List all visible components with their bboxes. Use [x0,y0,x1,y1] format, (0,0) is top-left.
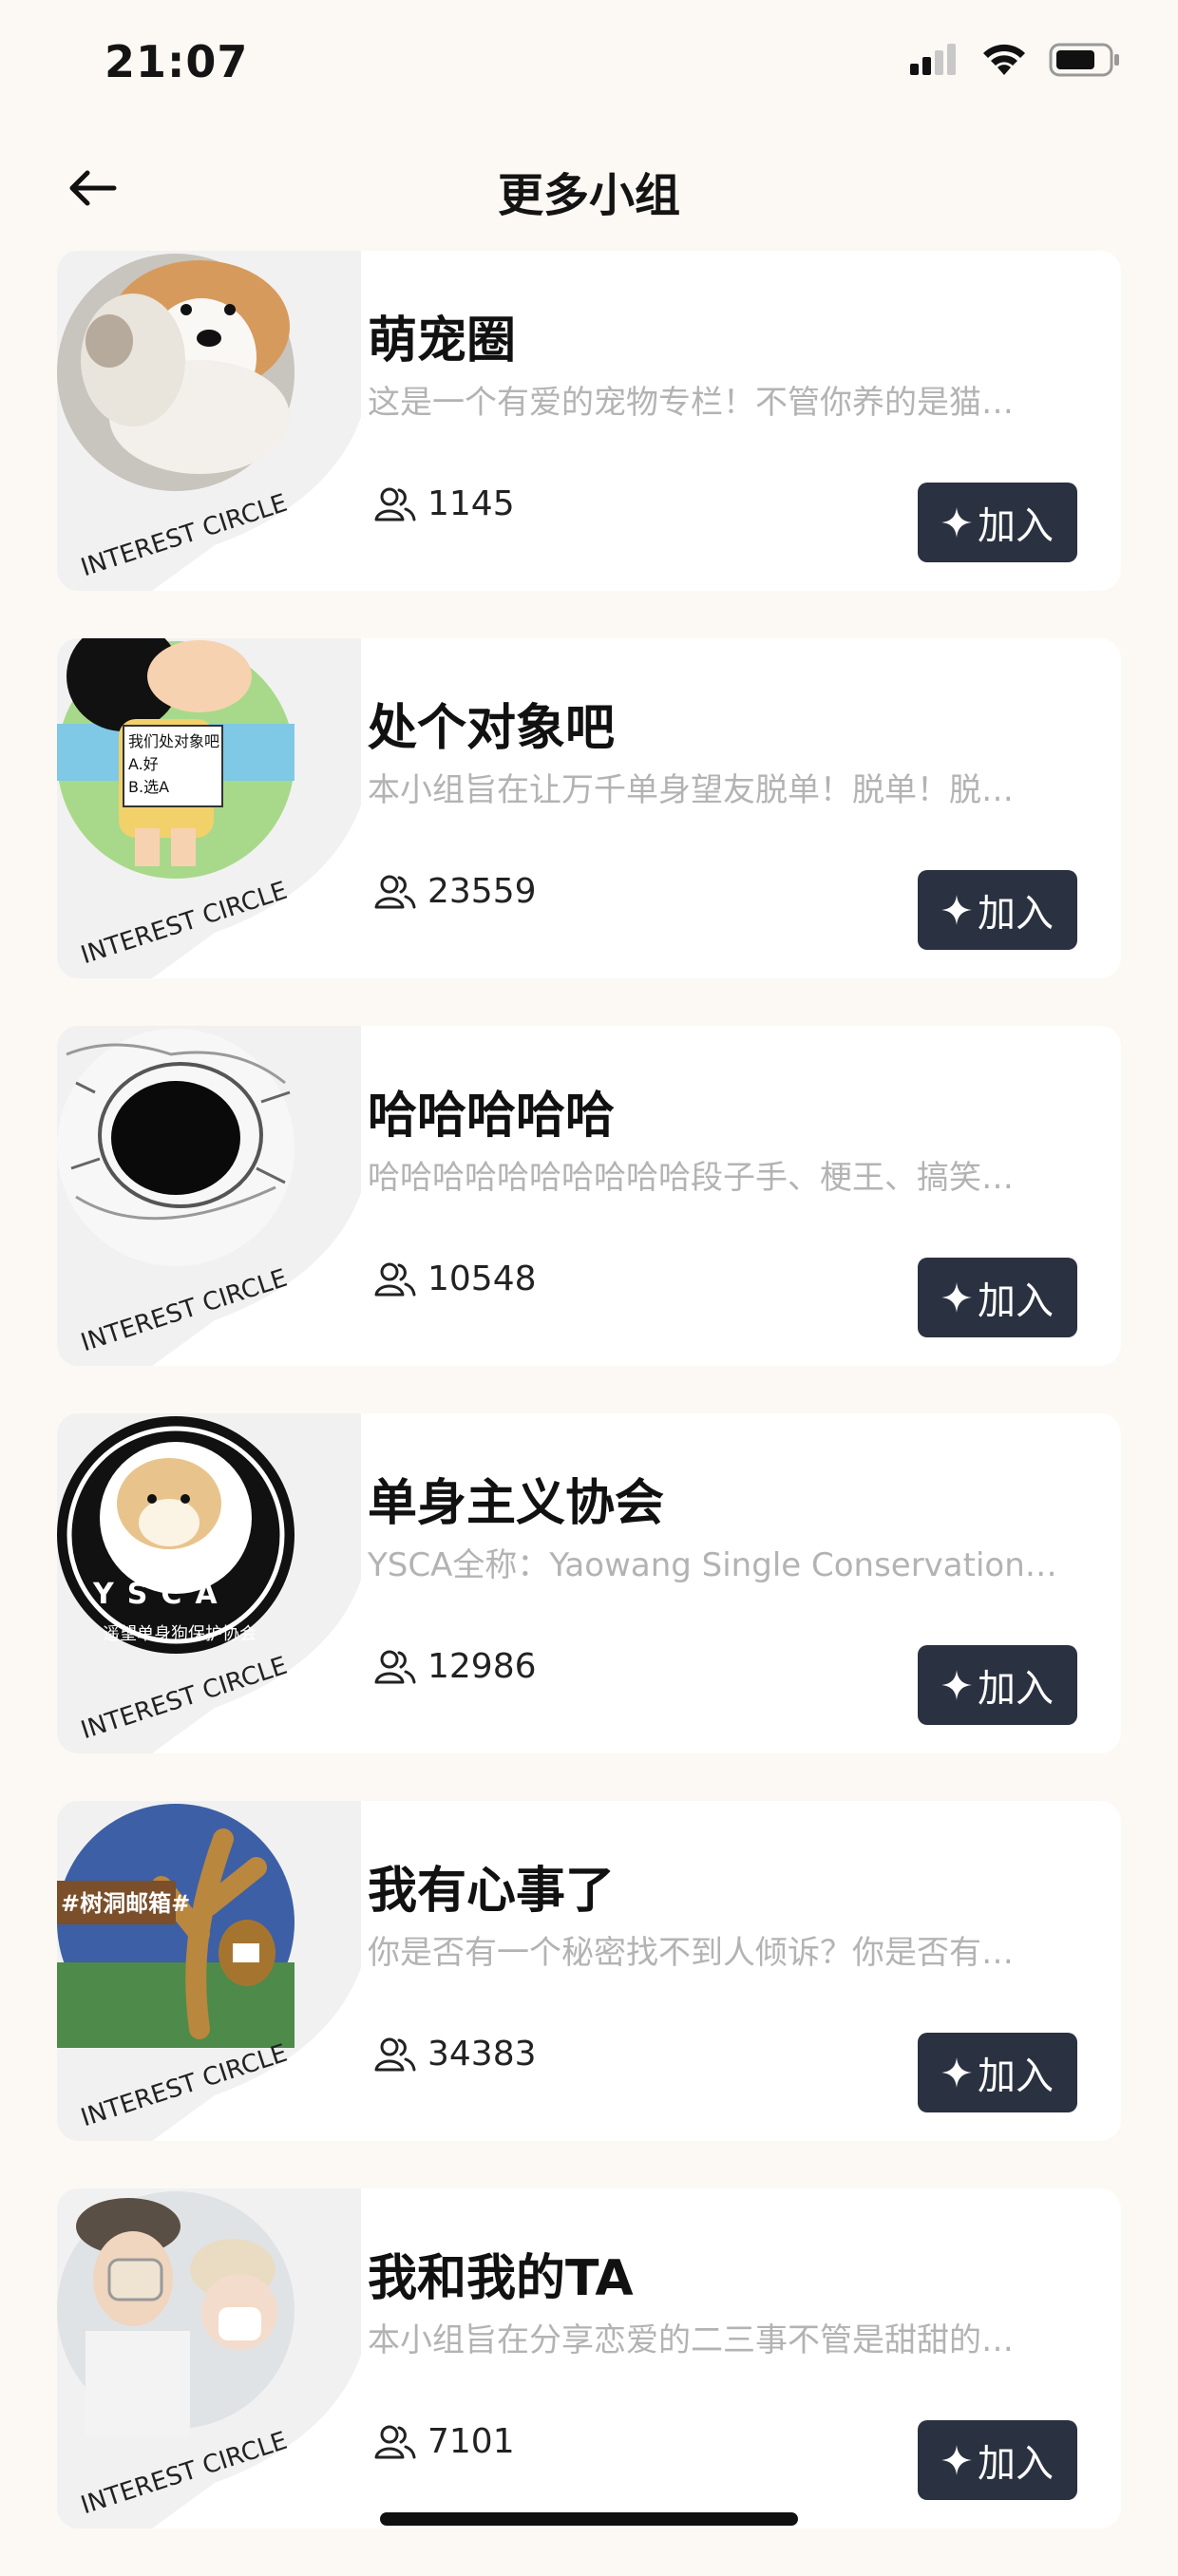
group-description: YSCA全称：Yaowang Single Conservation… [368,1546,1057,1584]
join-label: 加入 [978,2055,1054,2098]
status-bar: 21:07 [0,0,1178,123]
join-button[interactable]: 加入 [918,2033,1077,2112]
sign-text: #树洞邮箱# [61,1890,190,1917]
member-count: 12986 [428,1647,537,1686]
group-description: 本小组旨在让万千单身望友脱单！脱单！脱… [368,771,1014,809]
group-title: 萌宠圈 [368,313,517,369]
member-count: 7101 [428,2422,515,2461]
sign-line-1: 我们处对象吧 [128,732,219,750]
group-card[interactable]: #树洞邮箱# INTEREST CIRCLE 我有心事了 你是否有一个秘密找不到… [57,1801,1121,2141]
group-description: 哈哈哈哈哈哈哈哈哈哈段子手、梗王、搞笑… [368,1159,1014,1197]
member-count-wrap: 1145 [374,484,515,523]
people-icon [374,1650,416,1683]
nav-bar: 更多小组 [0,142,1178,237]
group-cover: INTEREST CIRCLE [57,2188,361,2529]
group-description: 这是一个有爱的宠物专栏！不管你养的是猫… [368,384,1014,422]
join-label: 加入 [978,1279,1054,1323]
join-label: 加入 [978,892,1054,936]
member-count-wrap: 23559 [374,872,537,911]
home-indicator [380,2512,798,2526]
join-label: 加入 [978,2442,1054,2486]
join-button[interactable]: 加入 [918,483,1077,562]
group-title: 我有心事了 [368,1863,616,1920]
join-button[interactable]: 加入 [918,2420,1077,2500]
member-count: 34383 [428,2035,537,2074]
group-cover: #树洞邮箱# INTEREST CIRCLE [57,1801,361,2141]
group-title: 我和我的TA [368,2250,634,2307]
join-button[interactable]: 加入 [918,870,1077,950]
member-count-wrap: 10548 [374,1260,537,1298]
page-title: 更多小组 [497,169,680,222]
group-description: 本小组旨在分享恋爱的二三事不管是甜甜的… [368,2321,1014,2359]
status-icons [910,42,1121,78]
sparkle-icon [941,2445,972,2475]
member-count-wrap: 34383 [374,2035,537,2074]
join-button[interactable]: 加入 [918,1258,1077,1337]
join-button[interactable]: 加入 [918,1645,1077,1725]
sparkle-icon [941,2057,972,2088]
group-list: INTEREST CIRCLE 萌宠圈 这是一个有爱的宠物专栏！不管你养的是猫…… [57,251,1121,2576]
member-count: 23559 [428,872,537,911]
group-cover: INTEREST CIRCLE [57,1026,361,1366]
sparkle-icon [941,1282,972,1313]
group-cover: YSCA 遥望单身狗保护协会 INTEREST CIRCLE [57,1413,361,1753]
group-title: 处个对象吧 [368,700,616,757]
member-count-wrap: 7101 [374,2422,515,2461]
member-count: 1145 [428,484,515,523]
group-card[interactable]: INTEREST CIRCLE 萌宠圈 这是一个有爱的宠物专栏！不管你养的是猫…… [57,251,1121,591]
cellular-signal-icon [910,44,956,75]
sparkle-icon [941,507,972,538]
group-title: 单身主义协会 [368,1475,665,1532]
group-card[interactable]: YSCA 遥望单身狗保护协会 INTEREST CIRCLE 单身主义协会 YS… [57,1413,1121,1753]
group-cover: INTEREST CIRCLE [57,251,361,591]
group-title: 哈哈哈哈哈 [368,1088,616,1145]
group-cover: 我们处对象吧 A.好 B.选A INTEREST CIRCLE [57,638,361,978]
sign-line-3: B.选A [128,778,169,796]
member-count: 10548 [428,1260,537,1298]
group-card[interactable]: 我们处对象吧 A.好 B.选A INTEREST CIRCLE 处个对象吧 本小… [57,638,1121,978]
sparkle-icon [941,1670,972,1700]
group-card[interactable]: INTEREST CIRCLE 哈哈哈哈哈 哈哈哈哈哈哈哈哈哈哈段子手、梗王、搞… [57,1026,1121,1366]
group-description: 你是否有一个秘密找不到人倾诉？你是否有… [368,1934,1014,1972]
logo-text: YSCA [92,1578,231,1611]
sparkle-icon [941,895,972,925]
join-label: 加入 [978,1667,1054,1711]
people-icon [374,487,416,521]
logo-subtext: 遥望单身狗保护协会 [103,1624,256,1644]
member-count-wrap: 12986 [374,1647,537,1686]
sign-line-2: A.好 [128,755,159,773]
battery-icon [1049,43,1119,77]
wifi-icon [983,44,1025,75]
group-card[interactable]: INTEREST CIRCLE 我和我的TA 本小组旨在分享恋爱的二三事不管是甜… [57,2188,1121,2529]
people-icon [374,2425,416,2458]
people-icon [374,1262,416,1296]
join-label: 加入 [978,504,1054,548]
people-icon [374,875,416,908]
people-icon [374,2037,416,2071]
status-time: 21:07 [104,36,249,87]
